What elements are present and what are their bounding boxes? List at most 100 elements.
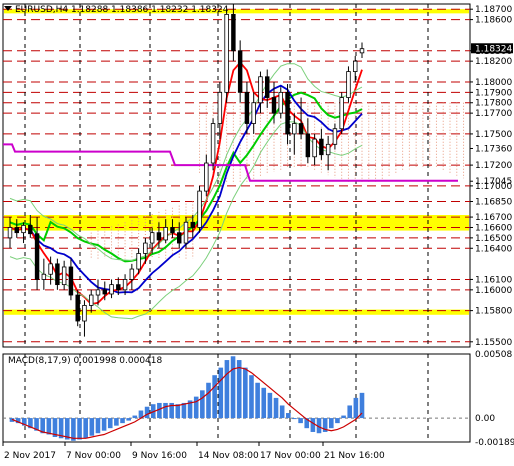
candle-body <box>319 138 324 156</box>
macd-axis-label: 0.00 <box>475 414 495 424</box>
macd-bar <box>212 375 217 419</box>
candle-body <box>258 76 263 104</box>
macd-bar <box>83 418 88 439</box>
candle-body <box>231 13 236 52</box>
macd-bar <box>144 406 150 419</box>
candle <box>339 92 344 134</box>
time-tick-label: 21 Nov 16:00 <box>324 451 385 461</box>
candle-body <box>55 263 60 286</box>
current-price-label: 1.18324 <box>475 44 512 54</box>
macd-bar <box>114 418 119 426</box>
candle-body <box>339 97 344 130</box>
candle <box>204 154 209 197</box>
candle-body <box>325 143 331 156</box>
macd-bar <box>126 418 131 421</box>
macd-bar <box>347 405 353 419</box>
macd-bar <box>230 356 236 419</box>
candle <box>237 40 243 103</box>
candle <box>68 258 74 301</box>
candle-body <box>61 266 67 286</box>
candle-body <box>312 138 317 158</box>
macd-bar <box>193 396 199 419</box>
macd-axis-label: -0.001896 <box>475 438 514 448</box>
candle-body <box>129 268 135 280</box>
macd-bar <box>328 418 334 429</box>
price-tick-label: 1.16000 <box>475 286 512 296</box>
price-panel-frame <box>2 3 471 348</box>
macd-bar <box>77 418 82 440</box>
candle <box>61 260 67 290</box>
price-tick-label: 1.16850 <box>475 197 512 207</box>
time-axis: 2 Nov 2017 7 Nov 00:00 9 Nov 16:00 14 Nov 0… <box>2 442 385 461</box>
macd-bar <box>218 367 224 419</box>
candle <box>278 87 283 119</box>
candle-body <box>143 242 148 254</box>
candle-body <box>224 13 229 93</box>
candle <box>319 128 324 160</box>
candle <box>82 300 87 337</box>
time-tick-label: 7 Nov 00:00 <box>66 451 121 461</box>
price-axis: 1.187001.186001.183001.182001.180001.179… <box>470 5 513 348</box>
candle-body <box>332 128 338 145</box>
candle-body <box>21 224 26 234</box>
candle <box>109 279 114 299</box>
macd-bar <box>286 413 291 419</box>
candle-body <box>170 227 175 234</box>
candle-body <box>48 263 53 275</box>
symbol-ohlc-header: EURUSD,H4 1.18288 1.18386 1.18232 1.1832… <box>15 5 229 15</box>
price-tick-label: 1.18600 <box>475 16 512 26</box>
candle <box>265 69 270 108</box>
forex-chart[interactable]: 0.00508 0.00 -0.001896 1.187001.18600 1.183… <box>0 0 514 466</box>
macd-bar <box>279 405 285 419</box>
candle <box>298 97 304 140</box>
macd-bar <box>310 418 316 432</box>
price-tick-label: 1.17700 <box>475 109 512 119</box>
price-tick-label: 1.18000 <box>475 78 512 88</box>
candle-body <box>34 233 40 280</box>
price-tick-label: 1.17500 <box>475 130 512 140</box>
candle <box>346 66 351 103</box>
candle-body <box>156 232 162 241</box>
candle-body <box>353 60 358 72</box>
time-tick-label: 17 Nov 00:00 <box>260 451 321 461</box>
candle <box>89 289 94 313</box>
time-tick-label: 2 Nov 2017 <box>4 451 56 461</box>
macd-bar <box>255 382 260 419</box>
candle-body <box>41 273 47 280</box>
candle-body <box>109 284 114 295</box>
candle <box>353 55 358 82</box>
price-tick-label: 1.17900 <box>475 88 512 98</box>
candle-body <box>82 305 87 322</box>
candle-body <box>28 224 33 235</box>
macd-bar <box>132 415 138 419</box>
candle <box>292 113 297 155</box>
candle <box>285 84 290 145</box>
candle-body <box>244 91 250 124</box>
candle-body <box>278 91 283 114</box>
price-panel[interactable] <box>2 3 471 348</box>
price-tick-label: 1.16100 <box>475 275 512 285</box>
candle <box>75 289 80 327</box>
price-tick-label: 1.17200 <box>475 161 512 171</box>
candle <box>41 258 47 290</box>
macd-bar <box>163 402 168 419</box>
macd-bar <box>261 387 267 419</box>
candle-body <box>298 123 304 135</box>
candle-body <box>136 253 141 270</box>
candle-body <box>346 71 351 98</box>
candle-body <box>116 284 121 291</box>
macd-bar <box>224 360 230 419</box>
macd-bar <box>298 418 303 424</box>
candle-body <box>95 289 101 296</box>
macd-bar <box>95 418 101 434</box>
candle-body <box>285 91 290 135</box>
price-tick-label: 1.17800 <box>475 99 512 109</box>
macd-bar <box>46 418 52 435</box>
candle-body <box>210 123 216 164</box>
ma-slow-line <box>9 84 363 294</box>
macd-bar <box>89 418 95 436</box>
candle-body <box>197 190 202 228</box>
macd-bar <box>335 418 340 424</box>
macd-bar <box>181 402 187 419</box>
candle <box>305 118 311 164</box>
